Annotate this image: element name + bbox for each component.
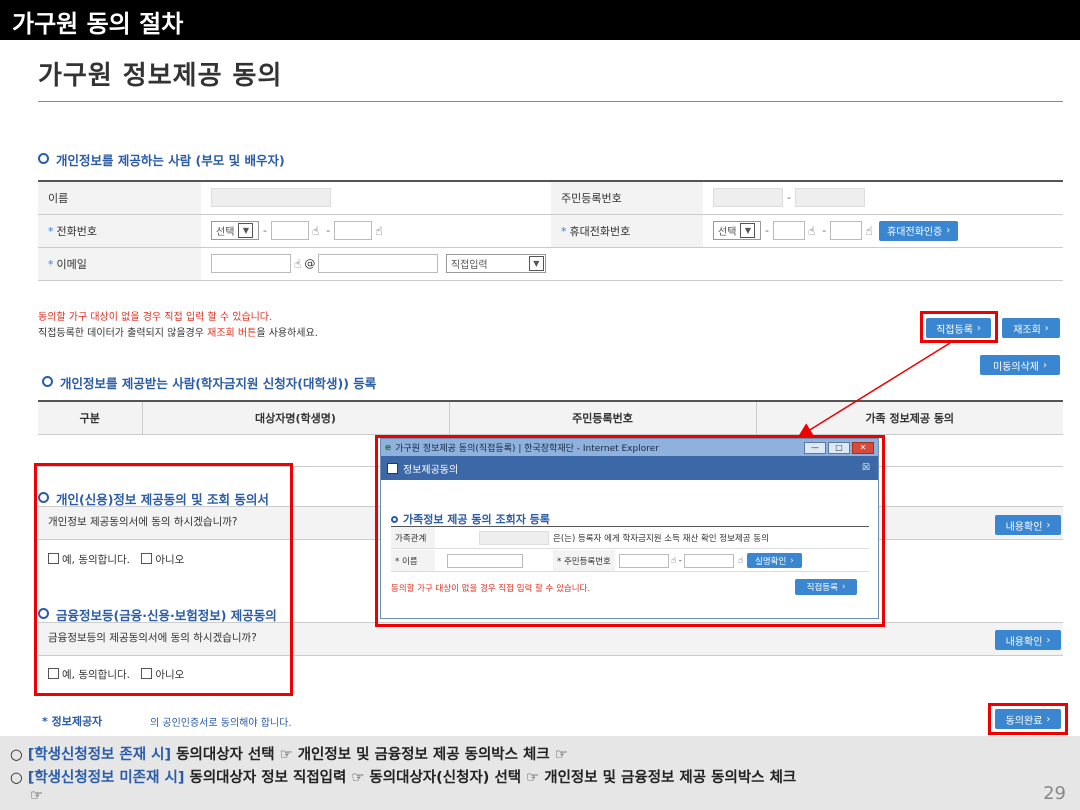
window-icon [387,462,398,474]
footer-line-3: ☞ [30,788,43,804]
popup-relation-row: 가족관계 은(는) 등록자 에게 학자금지원 소득 재산 확인 정보제공 동의 [391,527,869,549]
popup-inner-titlebar: 정보제공동의 ☒ [381,456,878,480]
direct-register-popup: e 가구원 정보제공 동의(직접등록) | 한국장학재단 - Internet … [380,438,879,619]
keypad-icon[interactable]: ☝ [738,556,743,566]
popup-identity-row: * 이름 * 주민등록번호 ☝ - ☝ 실명확인 [391,550,869,572]
popup-section-heading: 가족정보 제공 동의 조회자 등록 [391,511,550,527]
popup-register-button[interactable]: 직접등록 [795,579,857,595]
page-number: 29 [1043,783,1066,804]
footer-line-2: ○ [학생신청정보 미존재 시] 동의대상자 정보 직접입력 ☞ 동의대상자(신… [10,770,797,786]
slide-footer: ○ [학생신청정보 존재 시] 동의대상자 선택 ☞ 개인정보 및 금융정보 제… [0,736,1080,810]
popup-name-input[interactable] [447,553,523,568]
footer-line-1: ○ [학생신청정보 존재 시] 동의대상자 선택 ☞ 개인정보 및 금융정보 제… [10,747,568,763]
pointer-arrow [797,342,951,438]
popup-rrn-front-input[interactable] [618,553,669,568]
maximize-icon[interactable]: □ [828,441,850,454]
inner-close-icon[interactable]: ☒ [862,463,870,473]
minimize-icon[interactable]: — [804,441,826,454]
ie-logo-icon: e [385,442,392,453]
popup-rrn-back-input[interactable] [683,553,734,568]
verify-name-button[interactable]: 실명확인 [747,553,802,568]
close-icon[interactable]: ✕ [852,441,874,454]
relation-input[interactable] [479,530,549,545]
popup-note: 동의할 가구 대상이 없을 경우 직접 입력 할 수 있습니다. [391,584,591,594]
popup-titlebar: e 가구원 정보제공 동의(직접등록) | 한국장학재단 - Internet … [381,439,878,456]
